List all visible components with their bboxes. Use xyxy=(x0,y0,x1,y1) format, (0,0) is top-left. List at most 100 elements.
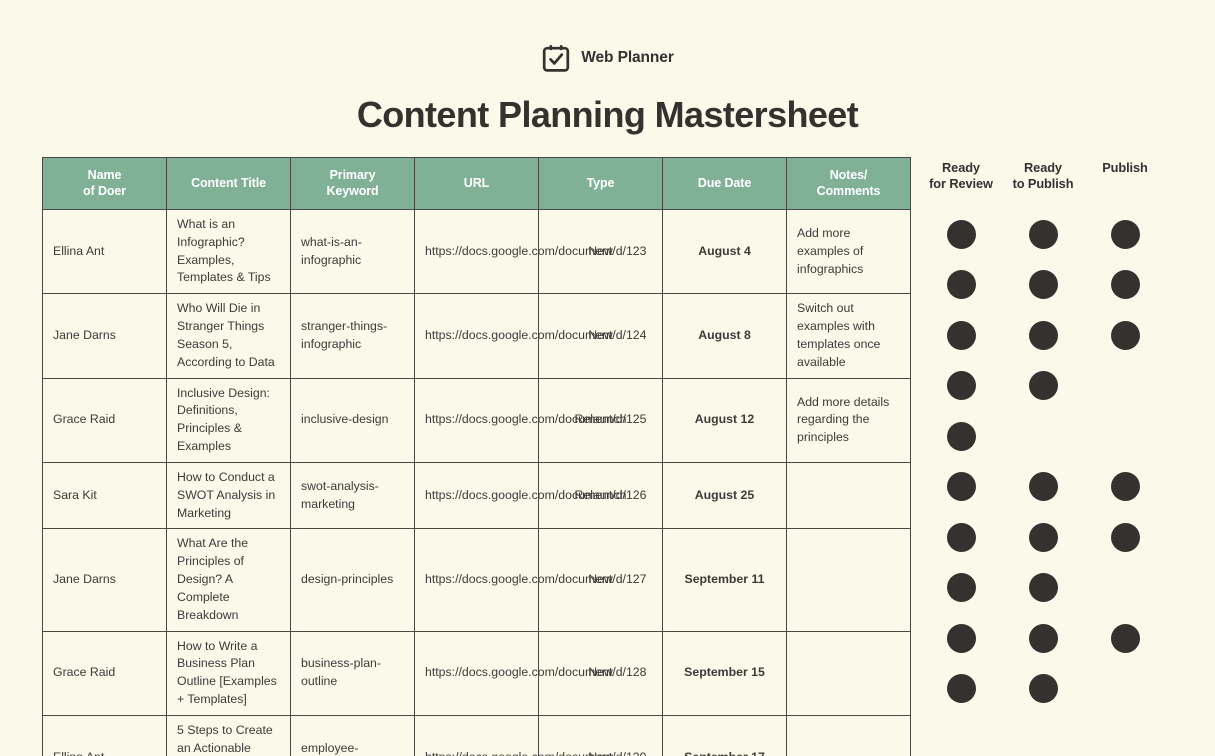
status-dot-filled[interactable] xyxy=(1110,320,1140,350)
status-dot-filled[interactable] xyxy=(1028,573,1058,603)
status-dot-empty[interactable] xyxy=(1111,674,1140,703)
cell-url[interactable]: https://docs.google.com/document/d/127 xyxy=(414,528,646,632)
status-dot-filled[interactable] xyxy=(946,573,976,603)
status-dot-filled[interactable] xyxy=(946,522,976,552)
cell-primary-keyword[interactable]: business-plan-outline xyxy=(290,630,415,716)
cell-url[interactable]: https://docs.google.com/document/d/129 xyxy=(414,714,646,756)
status-cell[interactable] xyxy=(920,421,1002,451)
cell-name-of-doer[interactable]: Sara Kit xyxy=(42,461,167,530)
cell-primary-keyword[interactable]: inclusive-design xyxy=(290,377,415,463)
cell-due-date[interactable]: September 11 xyxy=(662,528,787,632)
status-cell[interactable] xyxy=(1002,623,1084,653)
cell-name-of-doer[interactable]: Jane Darns xyxy=(42,293,167,379)
status-cell[interactable] xyxy=(1084,472,1166,502)
status-cell[interactable] xyxy=(1002,320,1084,350)
cell-content-title[interactable]: Who Will Die in Stranger Things Season 5… xyxy=(166,293,291,379)
table-row[interactable]: Ellina Ant5 Steps to Create an Actionabl… xyxy=(42,714,911,756)
status-cell[interactable] xyxy=(1084,219,1166,249)
status-dot-filled[interactable] xyxy=(1028,623,1058,653)
status-dot-filled[interactable] xyxy=(946,623,976,653)
status-cell[interactable] xyxy=(920,522,1002,552)
cell-content-title[interactable]: 5 Steps to Create an Actionable Employee… xyxy=(166,714,291,756)
cell-url[interactable]: https://docs.google.com/document/d/123 xyxy=(414,208,646,295)
status-dot-filled[interactable] xyxy=(946,472,976,502)
status-dot-filled[interactable] xyxy=(1028,371,1058,401)
cell-url[interactable]: https://docs.google.com/document/d/126 xyxy=(414,461,646,530)
cell-notes-comments[interactable] xyxy=(786,528,911,632)
status-cell[interactable] xyxy=(1002,422,1084,451)
cell-name-of-doer[interactable]: Grace Raid xyxy=(42,630,167,716)
cell-due-date[interactable]: September 15 xyxy=(662,630,787,716)
status-cell[interactable] xyxy=(1002,573,1084,603)
table-row[interactable]: Grace Raid Inclusive Design: Definitions,… xyxy=(42,377,911,463)
cell-notes-comments[interactable]: Add more examples of infographics xyxy=(786,208,911,295)
status-dot-filled[interactable] xyxy=(1110,219,1140,249)
cell-content-title[interactable]: What Are the Principles of Design? A Com… xyxy=(166,528,291,632)
status-dot-empty[interactable] xyxy=(1029,422,1058,451)
cell-notes-comments[interactable]: Switch out examples with templates once … xyxy=(786,293,911,379)
cell-primary-keyword[interactable]: what-is-an-infographic xyxy=(290,208,415,295)
status-cell[interactable] xyxy=(1002,270,1084,300)
cell-name-of-doer[interactable]: Grace Raid xyxy=(42,377,167,463)
table-row[interactable]: Grace Raid How to Write a Business Plan O… xyxy=(42,630,911,716)
status-cell[interactable] xyxy=(1002,219,1084,249)
status-dot-filled[interactable] xyxy=(946,674,976,704)
status-dot-filled[interactable] xyxy=(1028,674,1058,704)
table-row[interactable]: Jane Darns Who Will Die in Stranger Thing… xyxy=(42,293,911,379)
cell-notes-comments[interactable]: Add more details regarding the principle… xyxy=(786,377,911,463)
cell-content-title[interactable]: What is an Infographic? Examples, Templa… xyxy=(166,208,291,295)
status-cell[interactable] xyxy=(1084,270,1166,300)
status-dot-filled[interactable] xyxy=(1110,472,1140,502)
cell-primary-keyword[interactable]: stranger-things-infographic xyxy=(290,293,415,379)
status-cell[interactable] xyxy=(920,674,1002,704)
status-dot-filled[interactable] xyxy=(946,320,976,350)
cell-due-date[interactable]: August 8 xyxy=(662,293,787,379)
status-dot-filled[interactable] xyxy=(1028,472,1058,502)
status-cell[interactable] xyxy=(920,320,1002,350)
status-dot-filled[interactable] xyxy=(1028,320,1058,350)
cell-name-of-doer[interactable]: Ellina Ant xyxy=(42,714,167,756)
status-cell[interactable] xyxy=(920,219,1002,249)
cell-notes-comments[interactable] xyxy=(786,714,911,756)
status-cell[interactable] xyxy=(1002,522,1084,552)
cell-primary-keyword[interactable]: design-principles xyxy=(290,528,415,632)
cell-due-date[interactable]: August 4 xyxy=(662,208,787,295)
status-dot-empty[interactable] xyxy=(1111,422,1140,451)
cell-due-date[interactable]: September 17 xyxy=(662,714,787,756)
cell-notes-comments[interactable] xyxy=(786,461,911,530)
status-cell[interactable] xyxy=(920,270,1002,300)
status-dot-filled[interactable] xyxy=(1110,270,1140,300)
status-cell[interactable] xyxy=(920,371,1002,401)
status-cell[interactable] xyxy=(920,573,1002,603)
cell-content-title[interactable]: Inclusive Design: Definitions, Principle… xyxy=(166,377,291,463)
cell-url[interactable]: https://docs.google.com/document/d/125 xyxy=(414,377,646,463)
status-dot-filled[interactable] xyxy=(1028,219,1058,249)
status-cell[interactable] xyxy=(1084,422,1166,451)
status-cell[interactable] xyxy=(1084,371,1166,400)
table-row[interactable]: Jane Darns What Are the Principles of Des… xyxy=(42,528,911,632)
status-cell[interactable] xyxy=(1084,320,1166,350)
status-cell[interactable] xyxy=(1084,573,1166,602)
status-cell[interactable] xyxy=(1002,674,1084,704)
status-dot-filled[interactable] xyxy=(946,219,976,249)
cell-content-title[interactable]: How to Write a Business Plan Outline [Ex… xyxy=(166,630,291,716)
status-dot-filled[interactable] xyxy=(1110,522,1140,552)
status-cell[interactable] xyxy=(1084,674,1166,703)
cell-due-date[interactable]: August 12 xyxy=(662,377,787,463)
status-dot-filled[interactable] xyxy=(1110,623,1140,653)
cell-primary-keyword[interactable]: swot-analysis-marketing xyxy=(290,461,415,530)
status-dot-filled[interactable] xyxy=(946,421,976,451)
status-cell[interactable] xyxy=(1002,472,1084,502)
status-cell[interactable] xyxy=(1002,371,1084,401)
cell-url[interactable]: https://docs.google.com/document/d/124 xyxy=(414,293,646,379)
status-dot-filled[interactable] xyxy=(946,270,976,300)
status-dot-filled[interactable] xyxy=(1028,522,1058,552)
cell-due-date[interactable]: August 25 xyxy=(662,461,787,530)
cell-primary-keyword[interactable]: employee-development-plan xyxy=(290,714,415,756)
cell-name-of-doer[interactable]: Ellina Ant xyxy=(42,208,167,295)
status-cell[interactable] xyxy=(1084,522,1166,552)
status-dot-empty[interactable] xyxy=(1111,573,1140,602)
status-cell[interactable] xyxy=(920,472,1002,502)
status-dot-filled[interactable] xyxy=(1028,270,1058,300)
status-cell[interactable] xyxy=(920,623,1002,653)
